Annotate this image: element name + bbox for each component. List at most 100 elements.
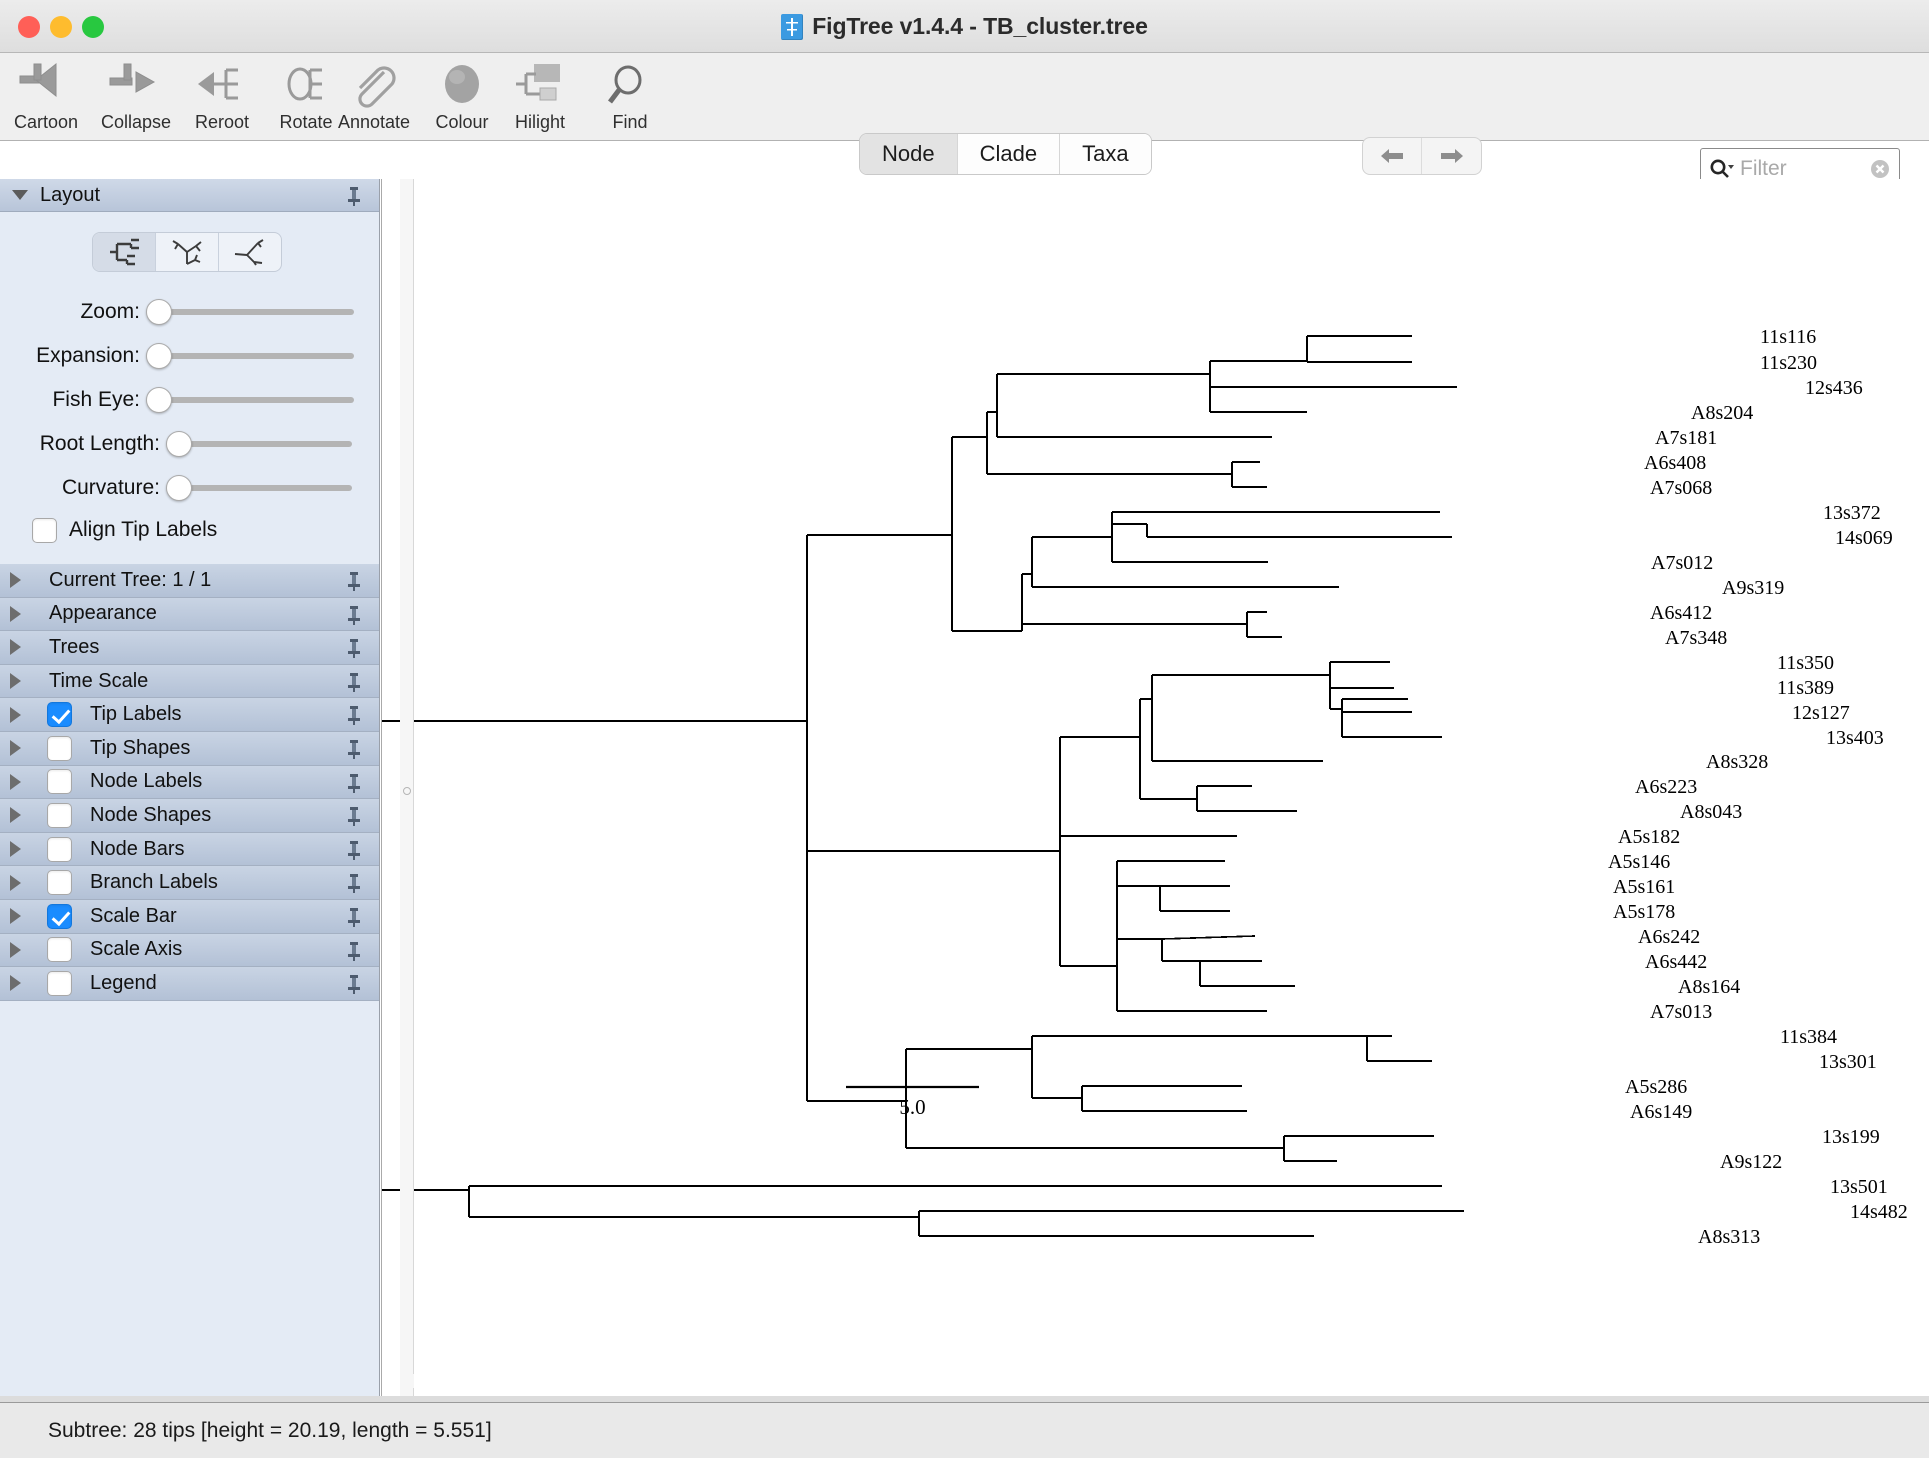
zoom-slider[interactable] (146, 299, 354, 325)
tip-label[interactable]: A8s313 (1698, 1226, 1760, 1248)
tip-label[interactable]: 12s436 (1805, 377, 1863, 399)
pin-icon[interactable] (345, 974, 363, 995)
rootlength-slider[interactable] (166, 431, 352, 457)
pin-icon[interactable] (345, 705, 363, 726)
tip-label[interactable]: A6s408 (1644, 452, 1706, 474)
vertical-scroll-thumb[interactable] (403, 787, 411, 795)
sidebar-section-legend[interactable]: Legend (0, 967, 379, 1001)
tip-label[interactable]: A6s223 (1635, 776, 1697, 798)
tip-label[interactable]: 13s199 (1822, 1126, 1880, 1148)
radial-layout-button[interactable] (219, 233, 281, 271)
tip-label[interactable]: A9s319 (1722, 577, 1784, 599)
chevron-right-icon[interactable] (10, 639, 21, 656)
tip-label[interactable]: 14s482 (1850, 1201, 1908, 1223)
align-tip-labels-row[interactable]: Align Tip Labels (0, 510, 379, 550)
tip-label[interactable]: A8s204 (1691, 402, 1753, 424)
sidebar-section-trees[interactable]: Trees (0, 631, 379, 665)
sidebar-section-current-tree-1-1[interactable]: Current Tree: 1 / 1 (0, 564, 379, 598)
checkbox-node-labels[interactable] (47, 769, 72, 795)
tip-label[interactable]: A5s182 (1618, 826, 1680, 848)
pin-icon[interactable] (345, 571, 363, 591)
checkbox-scale-bar[interactable] (47, 903, 72, 929)
zoom-slider-knob[interactable] (146, 299, 172, 325)
pin-icon[interactable] (345, 186, 363, 206)
phylogenetic-tree[interactable]: 11s116 11s230 12s436 A8s204 A7s181 A6s408 A7s0… (382, 179, 1929, 1401)
prev-button[interactable] (1363, 138, 1422, 174)
pin-icon[interactable] (345, 941, 363, 961)
chevron-right-icon[interactable] (10, 740, 21, 757)
chevron-down-icon[interactable] (12, 190, 28, 200)
tip-label[interactable]: 13s372 (1823, 502, 1881, 524)
tip-label[interactable]: A5s161 (1613, 876, 1675, 898)
tip-label[interactable]: A5s286 (1625, 1076, 1687, 1098)
pin-icon[interactable] (345, 873, 363, 894)
tip-label[interactable]: A5s178 (1613, 901, 1675, 923)
align-tip-labels-checkbox[interactable] (32, 517, 57, 543)
tip-label[interactable]: A7s348 (1665, 627, 1727, 649)
sidebar-section-node-labels[interactable]: Node Labels (0, 765, 379, 800)
chevron-right-icon[interactable] (10, 941, 21, 958)
chevron-right-icon[interactable] (10, 706, 21, 723)
chevron-right-icon[interactable] (10, 673, 21, 690)
polar-layout-button[interactable] (156, 233, 219, 271)
selection-mode-taxa[interactable]: Taxa (1060, 134, 1151, 174)
filter-input[interactable]: Filter (1740, 157, 1864, 181)
checkbox-tip-shapes[interactable] (47, 735, 72, 761)
tip-label[interactable]: A6s242 (1638, 926, 1700, 948)
find-button[interactable]: Find (578, 59, 682, 139)
tip-label[interactable]: 13s403 (1826, 727, 1884, 749)
pin-icon[interactable] (345, 638, 363, 659)
tip-label[interactable]: A7s012 (1651, 552, 1713, 574)
chevron-right-icon[interactable] (10, 807, 21, 824)
prev-next-group[interactable] (1362, 137, 1482, 175)
chevron-right-icon[interactable] (10, 572, 21, 589)
chevron-right-icon[interactable] (10, 975, 21, 992)
horizontal-scrollbar[interactable] (400, 1374, 414, 1388)
next-button[interactable] (1422, 138, 1481, 174)
hilight-button[interactable]: Hilight (488, 59, 592, 139)
sidebar-section-node-bars[interactable]: Node Bars (0, 832, 379, 867)
layout-mode-buttons[interactable] (92, 232, 282, 272)
tree-canvas[interactable]: 11s116 11s230 12s436 A8s204 A7s181 A6s408 A7s0… (381, 179, 1929, 1401)
tip-label[interactable]: A8s043 (1680, 801, 1742, 823)
tip-label[interactable]: A5s146 (1608, 851, 1670, 873)
tip-label[interactable]: A6s412 (1650, 602, 1712, 624)
selection-mode-node[interactable]: Node (860, 134, 958, 174)
sidebar-section-node-shapes[interactable]: Node Shapes (0, 799, 379, 833)
selection-mode-segmented[interactable]: Node Clade Taxa (859, 133, 1152, 175)
tip-label[interactable]: A7s068 (1650, 477, 1712, 499)
chevron-right-icon[interactable] (10, 908, 21, 925)
layout-panel-header[interactable]: Layout (0, 179, 379, 212)
tip-label[interactable]: 12s127 (1792, 702, 1850, 724)
expansion-slider-knob[interactable] (146, 343, 172, 369)
chevron-right-icon[interactable] (10, 773, 21, 790)
curvature-slider-knob[interactable] (166, 475, 192, 501)
sidebar-section-tip-shapes[interactable]: Tip Shapes (0, 731, 379, 766)
selection-mode-clade[interactable]: Clade (957, 134, 1061, 174)
checkbox-node-shapes[interactable] (47, 802, 72, 828)
tip-label[interactable]: A7s013 (1650, 1001, 1712, 1023)
pin-icon[interactable] (345, 840, 363, 860)
checkbox-branch-labels[interactable] (47, 870, 72, 896)
tip-label[interactable]: 11s389 (1777, 677, 1834, 699)
pin-icon[interactable] (345, 907, 363, 927)
fisheye-slider-knob[interactable] (146, 387, 172, 413)
checkbox-scale-axis[interactable] (47, 937, 72, 963)
checkbox-node-bars[interactable] (47, 836, 72, 862)
sidebar-section-branch-labels[interactable]: Branch Labels (0, 866, 379, 900)
rectangular-layout-button[interactable] (93, 233, 156, 271)
chevron-right-icon[interactable] (10, 874, 21, 891)
tip-label[interactable]: A6s149 (1630, 1101, 1692, 1123)
fisheye-slider[interactable] (146, 387, 354, 413)
rootlength-slider-knob[interactable] (166, 431, 192, 457)
tip-label[interactable]: 14s069 (1835, 527, 1893, 549)
tip-label[interactable]: A8s328 (1706, 751, 1768, 773)
sidebar-section-appearance[interactable]: Appearance (0, 597, 379, 632)
pin-icon[interactable] (345, 806, 363, 827)
tip-label[interactable]: 11s350 (1777, 652, 1834, 674)
tip-label[interactable]: 13s501 (1830, 1176, 1888, 1198)
pin-icon[interactable] (345, 605, 363, 625)
checkbox-legend[interactable] (47, 970, 72, 996)
tip-label[interactable]: 11s384 (1780, 1026, 1837, 1048)
expansion-slider[interactable] (146, 343, 354, 369)
